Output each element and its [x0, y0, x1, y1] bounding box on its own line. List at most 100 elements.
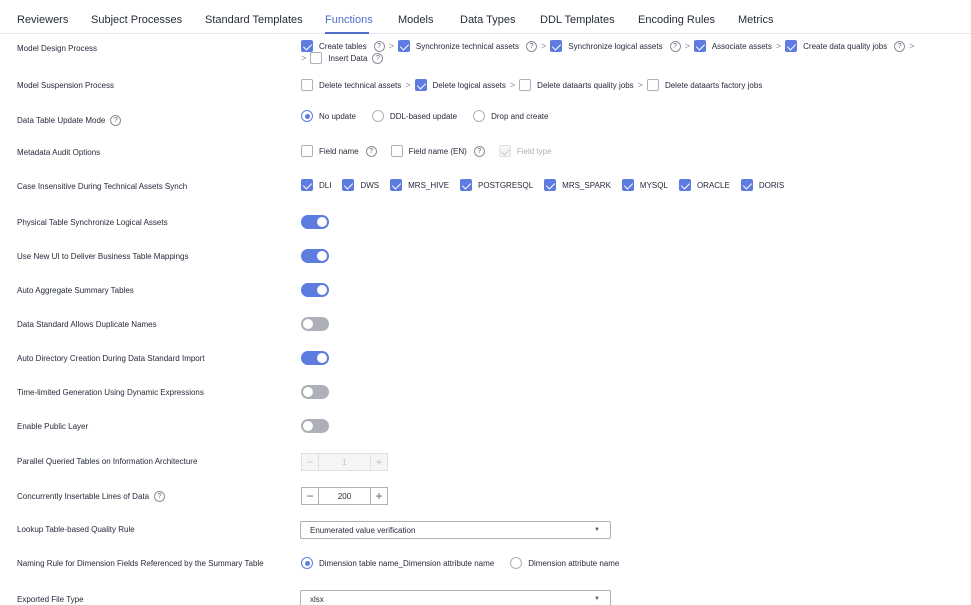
design-step-sync-logical[interactable]: Synchronize logical assets [550, 40, 663, 52]
select-value: Enumerated value verification [310, 525, 416, 535]
toggle-switch[interactable] [301, 317, 329, 331]
case-option-oracle[interactable]: ORACLE [678, 179, 730, 191]
select-value: xlsx [310, 594, 324, 604]
radio-attribute-name[interactable]: Dimension attribute name [510, 557, 619, 569]
toggle-knob [303, 421, 313, 431]
help-icon[interactable]: ? [473, 145, 485, 157]
toggle-knob [303, 319, 313, 329]
tab-models[interactable]: Models [398, 14, 433, 26]
case-option-dws[interactable]: DWS [342, 179, 379, 191]
audit-options: Field name ? Field name (EN) ? Field typ… [301, 145, 552, 157]
radio-button[interactable] [301, 557, 313, 569]
tab-standard-templates[interactable]: Standard Templates [205, 14, 303, 26]
decrement-button: − [301, 453, 319, 471]
help-icon[interactable]: ? [365, 145, 377, 157]
checkbox[interactable] [550, 40, 563, 52]
toggle-switch[interactable] [301, 419, 329, 433]
checkbox[interactable] [740, 179, 753, 191]
toggle-switch[interactable] [301, 283, 329, 297]
radio-button[interactable] [301, 110, 313, 122]
help-icon[interactable]: ? [372, 52, 384, 64]
case-option-dli[interactable]: DLI [301, 179, 331, 191]
design-step-sync-technical[interactable]: Synchronize technical assets [397, 40, 519, 52]
row-label: Parallel Queried Tables on Information A… [17, 457, 198, 466]
checkbox[interactable] [397, 40, 410, 52]
row-label: Data Standard Allows Duplicate Names [17, 320, 157, 329]
checkbox[interactable] [785, 40, 798, 52]
radio-drop-create[interactable]: Drop and create [473, 110, 548, 122]
audit-field-name[interactable]: Field name [301, 145, 359, 157]
tab-metrics[interactable]: Metrics [738, 14, 773, 26]
checkbox[interactable] [414, 79, 427, 91]
toggle-switch[interactable] [301, 351, 329, 365]
help-icon[interactable]: ? [110, 115, 122, 126]
checkbox[interactable] [519, 79, 532, 91]
row-label: Case Insensitive During Technical Assets… [17, 182, 188, 191]
checkbox[interactable] [301, 145, 313, 157]
suspension-step-delete-quality-jobs[interactable]: Delete dataarts quality jobs [519, 79, 634, 91]
increment-button[interactable]: + [370, 487, 388, 505]
radio-table-attribute-name[interactable]: Dimension table name_Dimension attribute… [301, 557, 494, 569]
tab-ddl-templates[interactable]: DDL Templates [540, 14, 615, 26]
help-icon[interactable]: ? [669, 40, 681, 52]
checkbox[interactable] [621, 179, 634, 191]
row-label: Model Suspension Process [17, 81, 114, 90]
toggle-switch[interactable] [301, 215, 329, 229]
checkbox[interactable] [460, 179, 473, 191]
case-option-mysql[interactable]: MYSQL [621, 179, 668, 191]
design-steps-wrap: > Insert Data ? [301, 52, 384, 64]
row-label: Auto Aggregate Summary Tables [17, 286, 134, 295]
suspension-step-delete-factory-jobs[interactable]: Delete dataarts factory jobs [646, 79, 762, 91]
checkbox[interactable] [544, 179, 557, 191]
tab-reviewers[interactable]: Reviewers [17, 14, 68, 26]
checkbox[interactable] [390, 179, 403, 191]
radio-no-update[interactable]: No update [301, 110, 356, 122]
decrement-button[interactable]: − [301, 487, 319, 505]
checkbox[interactable] [301, 79, 313, 91]
tab-data-types[interactable]: Data Types [460, 14, 515, 26]
audit-field-type: Field type [498, 145, 552, 157]
radio-ddl-update[interactable]: DDL-based update [371, 110, 457, 122]
chevron-right-icon: > [684, 41, 690, 51]
checkbox[interactable] [646, 79, 659, 91]
tab-subject-processes[interactable]: Subject Processes [91, 14, 182, 26]
case-option-mrs-spark[interactable]: MRS_SPARK [544, 179, 611, 191]
checkbox[interactable] [678, 179, 691, 191]
case-option-mrs-hive[interactable]: MRS_HIVE [390, 179, 449, 191]
row-label: Model Design Process [17, 44, 98, 53]
lookup-rule-select[interactable]: Enumerated value verification ▼ [300, 521, 611, 539]
suspension-step-delete-logical[interactable]: Delete logical assets [414, 79, 506, 91]
radio-button[interactable] [510, 557, 523, 569]
audit-field-name-en[interactable]: Field name (EN) [390, 145, 467, 157]
design-step-associate[interactable]: Associate assets [693, 40, 772, 52]
checkbox[interactable] [390, 145, 403, 157]
checkbox[interactable] [342, 179, 355, 191]
row-label: Physical Table Synchronize Logical Asset… [17, 218, 168, 227]
tab-encoding-rules[interactable]: Encoding Rules [638, 14, 715, 26]
checkbox[interactable] [693, 40, 706, 52]
tab-functions[interactable]: Functions [325, 14, 373, 26]
chevron-right-icon: > [301, 53, 307, 63]
checkbox[interactable] [310, 52, 323, 64]
export-type-select[interactable]: xlsx ▼ [300, 590, 611, 605]
toggle-switch[interactable] [301, 249, 329, 263]
help-icon[interactable]: ? [526, 40, 538, 52]
checkbox [498, 145, 511, 157]
help-icon[interactable]: ? [154, 491, 166, 502]
design-step-quality-jobs[interactable]: Create data quality jobs [785, 40, 887, 52]
radio-button[interactable] [371, 110, 384, 122]
toggle-switch[interactable] [301, 385, 329, 399]
checkbox[interactable] [301, 179, 313, 191]
design-step-create-tables[interactable]: Create tables [301, 40, 367, 52]
help-icon[interactable]: ? [894, 40, 906, 52]
design-step-insert-data[interactable]: Insert Data [310, 52, 367, 64]
radio-button[interactable] [473, 110, 486, 122]
case-option-doris[interactable]: DORIS [740, 179, 784, 191]
stepper-value[interactable]: 200 [319, 487, 370, 505]
suspension-step-delete-technical[interactable]: Delete technical assets [301, 79, 401, 91]
help-icon[interactable]: ? [373, 40, 385, 52]
row-label: Concurrently Insertable Lines of Data? [17, 491, 166, 502]
checkbox[interactable] [301, 40, 313, 52]
case-option-postgresql[interactable]: POSTGRESQL [460, 179, 533, 191]
row-label: Auto Directory Creation During Data Stan… [17, 354, 205, 363]
